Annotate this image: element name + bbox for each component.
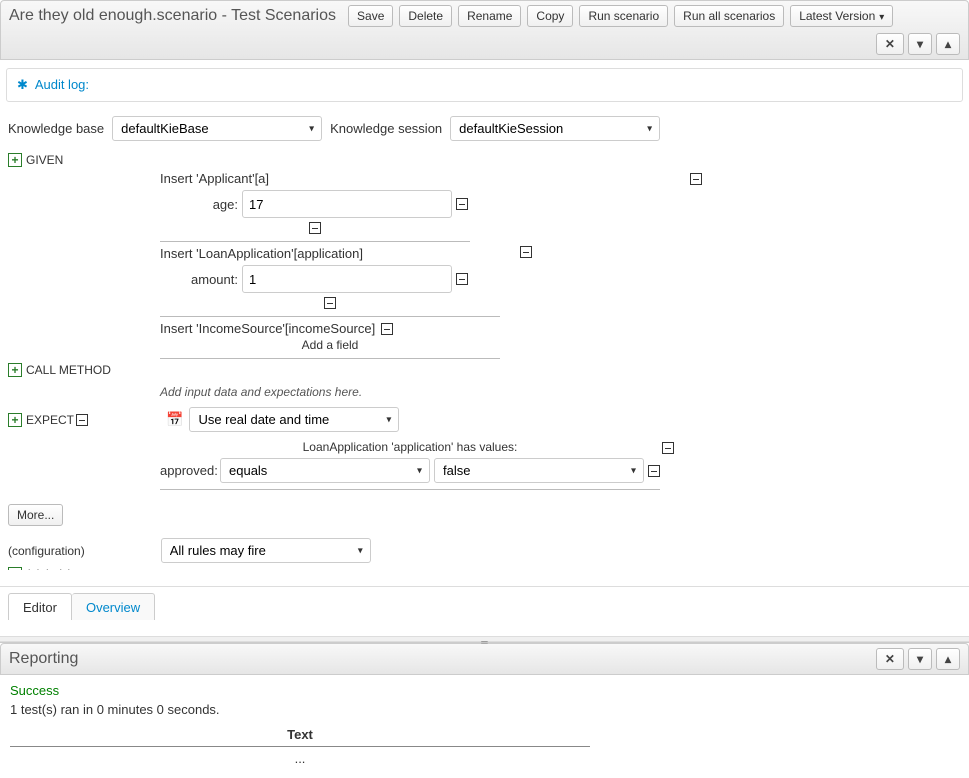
remove-amount-field-icon[interactable]	[456, 273, 468, 285]
editor-area: ✱ Audit log: Knowledge base defaultKieBa…	[0, 60, 969, 620]
calendar-icon[interactable]: 📅	[166, 411, 183, 428]
age-input[interactable]	[242, 190, 452, 218]
reporting-title: Reporting	[9, 650, 78, 668]
remove-loanapp-values-icon[interactable]	[662, 442, 674, 454]
knowledge-base-select[interactable]: defaultKieBase	[112, 116, 322, 141]
reporting-header: Reporting ✕ ▾ ▴	[0, 643, 969, 675]
add-given-icon[interactable]: +	[8, 153, 22, 167]
given-section: + GIVEN	[0, 151, 969, 169]
run-scenario-button[interactable]: Run scenario	[579, 5, 668, 27]
page-title: Are they old enough.scenario - Test Scen…	[9, 7, 336, 25]
add-field-link[interactable]: Add a field	[160, 336, 500, 354]
editor-tabs: Editor Overview	[0, 586, 969, 620]
configuration-section: (configuration) All rules may fire	[0, 536, 969, 565]
editor-horizontal-scrollbar[interactable]	[0, 570, 969, 586]
globals-label: (globals)	[26, 567, 72, 570]
add-call-method-icon[interactable]: +	[8, 363, 22, 377]
collapse-up-button[interactable]: ▴	[936, 33, 960, 55]
reporting-menu-button[interactable]: ▾	[908, 648, 932, 670]
add-global-icon[interactable]: +	[8, 567, 22, 570]
delete-button[interactable]: Delete	[399, 5, 452, 27]
call-method-label: CALL METHOD	[26, 363, 111, 377]
reporting-collapse-button[interactable]: ▴	[936, 648, 960, 670]
chevron-up-icon: ▴	[945, 37, 951, 51]
knowledge-row: Knowledge base defaultKieBase Knowledge …	[0, 112, 969, 151]
editor-scroll[interactable]: ✱ Audit log: Knowledge base defaultKieBa…	[0, 60, 969, 570]
rename-button[interactable]: Rename	[458, 5, 521, 27]
given-body: Insert 'Applicant'[a] age: Insert 'LoanA…	[160, 169, 969, 359]
amount-label: amount:	[160, 272, 238, 287]
amount-input[interactable]	[242, 265, 452, 293]
applicant-collapse-icon[interactable]	[309, 222, 321, 234]
audit-log-label: Audit log:	[35, 77, 89, 92]
expect-section: + EXPECT 📅 Use real date and time	[0, 405, 969, 434]
reporting-body: Success 1 test(s) ran in 0 minutes 0 sec…	[0, 675, 969, 778]
knowledge-base-label: Knowledge base	[8, 121, 104, 136]
date-option-select[interactable]: Use real date and time	[189, 407, 399, 432]
configuration-label: (configuration)	[8, 544, 85, 558]
age-label: age:	[160, 197, 238, 212]
close-icon: ✕	[885, 37, 895, 51]
audit-log-box[interactable]: ✱ Audit log:	[6, 68, 963, 102]
copy-button[interactable]: Copy	[527, 5, 573, 27]
text-column-header: Text	[10, 723, 590, 747]
insert-income-block: Insert 'IncomeSource'[incomeSource] Add …	[160, 319, 500, 359]
success-text: Success	[10, 683, 959, 698]
more-button[interactable]: More...	[8, 504, 63, 526]
reporting-area: Reporting ✕ ▾ ▴ Success 1 test(s) ran in…	[0, 642, 969, 778]
editor-header: Are they old enough.scenario - Test Scen…	[0, 0, 969, 60]
main-horizontal-scrollbar[interactable]	[0, 620, 969, 636]
close-icon: ✕	[885, 652, 895, 666]
audit-icon: ✱	[17, 77, 28, 92]
knowledge-session-select[interactable]: defaultKieSession	[450, 116, 660, 141]
loanapp-collapse-icon[interactable]	[324, 297, 336, 309]
insert-income-header: Insert 'IncomeSource'[incomeSource]	[160, 321, 375, 336]
chevron-up-icon: ▴	[945, 652, 951, 666]
insert-loanapp-block: Insert 'LoanApplication'[application] am…	[160, 244, 500, 317]
expect-label: EXPECT	[26, 413, 74, 427]
ellipsis-row: ...	[10, 747, 590, 770]
given-label: GIVEN	[26, 153, 63, 167]
remove-expect-icon[interactable]	[76, 414, 88, 426]
insert-applicant-header: Insert 'Applicant'[a]	[160, 171, 269, 186]
insert-applicant-block: Insert 'Applicant'[a] age:	[160, 169, 470, 242]
close-button[interactable]: ✕	[876, 33, 904, 55]
latest-version-dropdown[interactable]: Latest Version	[790, 5, 893, 27]
hint-text: Add input data and expectations here.	[160, 385, 969, 399]
loanapp-values-label: LoanApplication 'application' has values…	[303, 440, 518, 454]
remove-age-field-icon[interactable]	[456, 198, 468, 210]
remove-income-icon[interactable]	[381, 323, 393, 335]
chevron-down-icon: ▾	[917, 37, 923, 51]
save-button[interactable]: Save	[348, 5, 393, 27]
remove-loanapp-icon[interactable]	[520, 246, 532, 258]
menu-dropdown-button[interactable]: ▾	[908, 33, 932, 55]
summary-text: 1 test(s) ran in 0 minutes 0 seconds.	[10, 702, 959, 717]
approved-label: approved:	[160, 463, 216, 478]
add-expect-icon[interactable]: +	[8, 413, 22, 427]
tab-overview[interactable]: Overview	[72, 593, 155, 620]
remove-approved-row-icon[interactable]	[648, 465, 660, 477]
run-all-scenarios-button[interactable]: Run all scenarios	[674, 5, 784, 27]
remove-applicant-icon[interactable]	[690, 173, 702, 185]
tab-editor[interactable]: Editor	[8, 593, 72, 620]
knowledge-session-label: Knowledge session	[330, 121, 442, 136]
value-select[interactable]: false	[434, 458, 644, 483]
reporting-close-button[interactable]: ✕	[876, 648, 904, 670]
configuration-select[interactable]: All rules may fire	[161, 538, 371, 563]
operator-select[interactable]: equals	[220, 458, 430, 483]
call-method-section: + CALL METHOD	[0, 361, 969, 379]
insert-loanapp-header: Insert 'LoanApplication'[application]	[160, 246, 363, 261]
chevron-down-icon: ▾	[917, 652, 923, 666]
